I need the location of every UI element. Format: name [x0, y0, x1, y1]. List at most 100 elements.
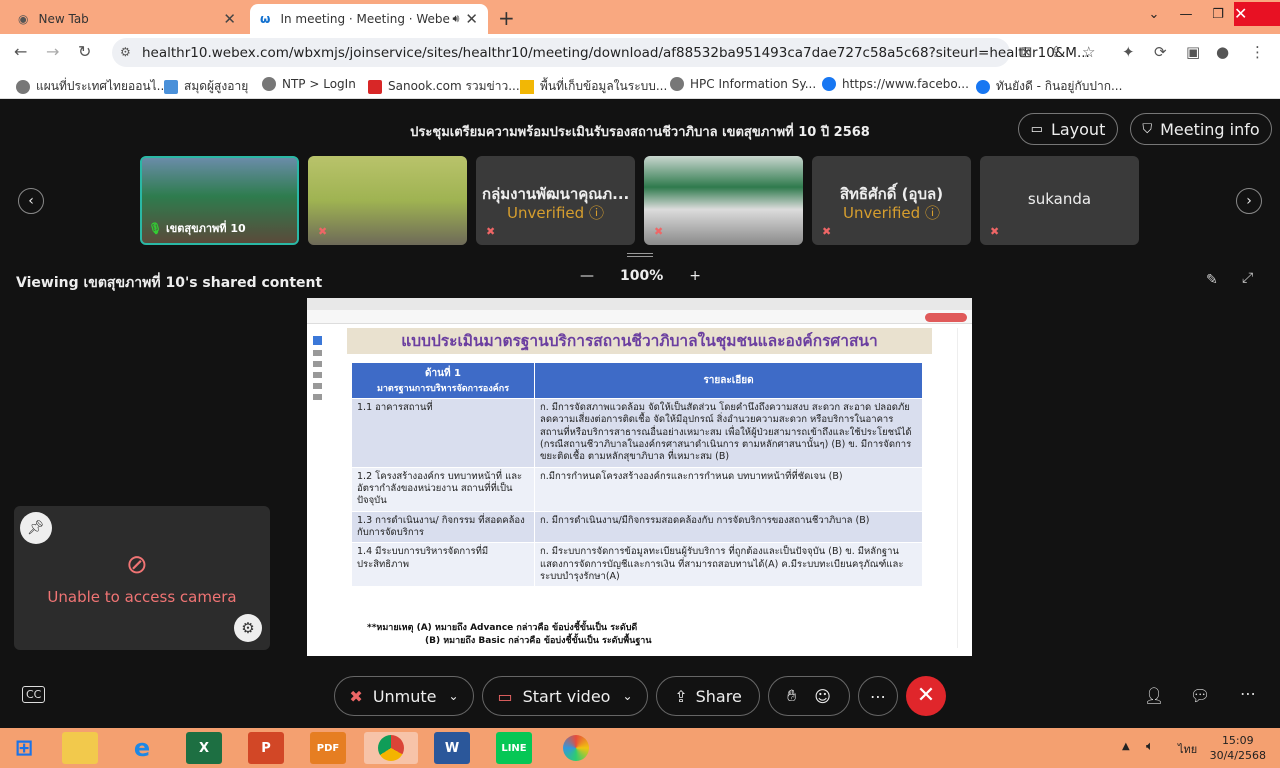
participants-icon[interactable]: 👤︎ [1144, 686, 1164, 705]
file-explorer-icon[interactable] [62, 732, 98, 764]
reactions-group: ✋︎ ☺ [768, 676, 850, 716]
volume-icon[interactable]: 🔈︎ [1146, 739, 1154, 754]
bookmark-item[interactable]: NTP > LogIn [262, 77, 356, 91]
video-feed [644, 156, 803, 245]
participant-tile[interactable]: ✖︎ [644, 156, 803, 245]
zoom-out-icon[interactable]: — [580, 268, 594, 284]
info-icon: ⓘ [924, 204, 940, 222]
shield-icon: ⛉ [1142, 121, 1153, 137]
bookmark-item[interactable]: พื้นที่เก็บข้อมูลในระบบ... [520, 77, 667, 96]
tab-search-icon[interactable]: ⌄ [1138, 7, 1170, 22]
pdf-icon[interactable]: PDF [310, 732, 346, 764]
minimize-button[interactable]: — [1170, 7, 1202, 22]
profile-icon[interactable]: ● [1216, 43, 1229, 61]
info-icon: ⓘ [588, 204, 604, 222]
chevron-down-icon[interactable]: ⌄ [622, 689, 632, 703]
resize-handle[interactable] [627, 253, 653, 257]
leave-meeting-button[interactable]: ✕ [906, 676, 946, 716]
bookmark-item[interactable]: สมุดผู้สูงอายุ [164, 77, 248, 96]
chevron-down-icon[interactable]: ⌄ [449, 689, 459, 703]
tab-webex-meeting[interactable]: ω In meeting · Meeting · Webe 🔊︎ ✕ [250, 4, 488, 34]
extensions-icon[interactable]: ✦ [1122, 43, 1135, 61]
line-icon[interactable]: LINE [496, 732, 532, 764]
unmute-button[interactable]: ✖︎ Unmute ⌄ [334, 676, 474, 716]
start-icon[interactable]: ⊞ [6, 732, 42, 764]
sync-icon[interactable]: ⟳ [1154, 43, 1167, 61]
bookmark-item[interactable]: HPC Information Sy... [670, 77, 816, 91]
document-note: **หมายเหตุ (A) หมายถึง Advance กล่าวคือ … [367, 623, 652, 646]
bookmark-star-icon[interactable]: ☆ [1082, 43, 1095, 61]
language-indicator[interactable]: ไทย [1178, 740, 1197, 758]
tab-new-tab[interactable]: ◉ New Tab ✕ [8, 4, 246, 34]
more-panels-icon[interactable]: ⋯ [1240, 684, 1256, 703]
speaker-icon[interactable]: 🔊︎ [452, 12, 459, 26]
shared-content[interactable]: แบบประเมินมาตรฐานบริการสถานชีวาภิบาลในชุ… [307, 298, 972, 656]
next-participants-icon[interactable]: › [1236, 188, 1262, 214]
mic-muted-icon: ✖︎ [654, 225, 664, 238]
mic-muted-icon: ✖︎ [318, 225, 328, 238]
globe-icon [16, 79, 30, 94]
word-icon[interactable]: W [434, 732, 470, 764]
expand-icon[interactable]: ⤢ [1242, 270, 1253, 286]
share-button[interactable]: ⇪ Share [656, 676, 760, 716]
tray-arrow-icon[interactable]: ▲ [1122, 741, 1130, 752]
app-icon[interactable] [558, 732, 594, 764]
chrome-icon: ◉ [18, 12, 29, 26]
bookmark-item[interactable]: แผนที่ประเทศไทยออนไ... [16, 77, 168, 96]
ie-icon[interactable]: e [124, 732, 160, 764]
chat-icon[interactable]: 💬︎ [1190, 686, 1210, 705]
close-window-button[interactable]: ✕ [1234, 2, 1280, 26]
start-video-button[interactable]: ▭ Start video ⌄ [482, 676, 648, 716]
blocked-popup-icon[interactable]: ⊠ [1020, 43, 1033, 61]
clock[interactable]: 15:09 30/4/2568 [1210, 733, 1266, 764]
prev-participants-icon[interactable]: ‹ [18, 188, 44, 214]
participant-tile[interactable]: ✖︎ [308, 156, 467, 245]
participant-tile[interactable]: 🎙︎ เขตสุขภาพที่ 10 [140, 156, 299, 245]
raise-hand-icon[interactable]: ✋︎ [787, 686, 796, 706]
back-icon[interactable]: ← [14, 42, 27, 61]
menu-icon[interactable]: ⋮ [1250, 43, 1265, 61]
powerpoint-icon[interactable]: P [248, 732, 284, 764]
assessment-table: ด้านที่ 1 มาตรฐานการบริหารจัดการองค์กร รา… [351, 362, 923, 588]
bookmark-item[interactable]: Sanook.com รวมข่าว... [368, 77, 520, 96]
bookmark-item[interactable]: https://www.facebo... [822, 77, 969, 91]
participant-tile[interactable]: กลุ่มงานพัฒนาคุณภ... Unverified ⓘ ✖︎ [476, 156, 635, 245]
zoom-level: 100% [620, 268, 664, 284]
document-title: แบบประเมินมาตรฐานบริการสถานชีวาภิบาลในชุ… [347, 328, 932, 354]
video-feed [308, 156, 467, 245]
bookmark-item[interactable]: ทันยังดี - กินอยู่กับปาก... [976, 77, 1122, 96]
more-options-button[interactable]: ⋯ [858, 676, 898, 716]
new-tab-button[interactable]: + [498, 6, 515, 30]
layout-button[interactable]: ▭ Layout [1018, 113, 1118, 145]
table-row: 1.3 การดำเนินงาน/ กิจกรรม ที่สอดคล้องกับ… [351, 510, 923, 544]
participant-name: sukanda [1027, 190, 1092, 208]
pin-icon[interactable]: 📌︎ [20, 512, 52, 544]
sanook-icon [368, 79, 382, 94]
close-icon[interactable]: ✕ [223, 10, 236, 28]
shared-copilot-button [925, 313, 967, 322]
participant-tile[interactable]: sukanda ✖︎ [980, 156, 1139, 245]
forward-icon[interactable]: → [46, 42, 59, 61]
settings-icon[interactable]: ⚙ [234, 614, 262, 642]
excel-icon[interactable]: X [186, 732, 222, 764]
shared-scrollbar [957, 328, 967, 648]
close-icon[interactable]: ✕ [465, 10, 478, 28]
reload-icon[interactable]: ↻ [78, 42, 91, 61]
share-icon[interactable]: ⇪ [1050, 43, 1063, 61]
captions-icon[interactable]: CC [22, 686, 46, 703]
zoom-in-icon[interactable]: + [689, 268, 701, 284]
self-view: 📌︎ ⊘ Unable to access camera ⚙ [14, 506, 270, 650]
sidepanel-icon[interactable]: ▣ [1186, 43, 1200, 61]
chrome-taskbar-icon[interactable] [364, 732, 418, 764]
drive-icon [520, 79, 534, 94]
annotate-icon[interactable]: ✎ [1206, 272, 1218, 288]
site-info-icon[interactable]: ⚙ [120, 45, 131, 59]
url-text[interactable]: healthr10.webex.com/wbxmjs/joinservice/s… [142, 45, 1090, 61]
participant-tile[interactable]: สิทธิศักดิ์ (อุบล) Unverified ⓘ ✖︎ [812, 156, 971, 245]
emoji-icon[interactable]: ☺ [814, 687, 831, 706]
table-header: ด้านที่ 1 มาตรฐานการบริหารจัดการองค์กร [351, 362, 535, 399]
bookmarks-bar: แผนที่ประเทศไทยออนไ... สมุดผู้สูงอายุ NT… [0, 71, 1280, 99]
meeting-info-button[interactable]: ⛉ Meeting info [1130, 113, 1272, 145]
table-row: 1.1 อาคารสถานที่ ก. มีการจัดสภาพแวดล้อม จ… [351, 398, 923, 468]
restore-button[interactable]: ❐ [1202, 7, 1234, 22]
